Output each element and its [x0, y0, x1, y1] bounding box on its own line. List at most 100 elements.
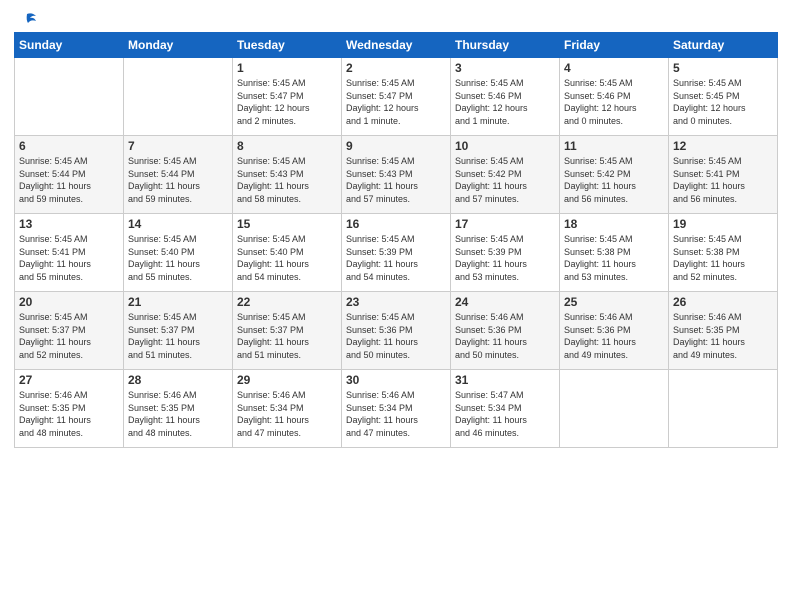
- logo-bird-icon: [16, 10, 38, 32]
- day-info: Sunrise: 5:45 AM Sunset: 5:37 PM Dayligh…: [19, 311, 119, 361]
- day-info: Sunrise: 5:45 AM Sunset: 5:47 PM Dayligh…: [237, 77, 337, 127]
- calendar-cell: 14 Sunrise: 5:45 AM Sunset: 5:40 PM Dayli…: [124, 214, 233, 292]
- day-number: 24: [455, 295, 555, 309]
- week-row-4: 20 Sunrise: 5:45 AM Sunset: 5:37 PM Dayli…: [15, 292, 778, 370]
- day-number: 3: [455, 61, 555, 75]
- calendar-cell: 25 Sunrise: 5:46 AM Sunset: 5:36 PM Dayli…: [560, 292, 669, 370]
- calendar-cell: 8 Sunrise: 5:45 AM Sunset: 5:43 PM Daylig…: [233, 136, 342, 214]
- calendar-cell: 5Sunrise: 5:45 AM Sunset: 5:45 PM Daylig…: [669, 58, 778, 136]
- calendar-cell: 28 Sunrise: 5:46 AM Sunset: 5:35 PM Dayli…: [124, 370, 233, 448]
- calendar-cell: 18 Sunrise: 5:45 AM Sunset: 5:38 PM Dayli…: [560, 214, 669, 292]
- day-info: Sunrise: 5:45 AM Sunset: 5:40 PM Dayligh…: [128, 233, 228, 283]
- day-info: Sunrise: 5:45 AM Sunset: 5:42 PM Dayligh…: [455, 155, 555, 205]
- calendar-cell: 24 Sunrise: 5:46 AM Sunset: 5:36 PM Dayli…: [451, 292, 560, 370]
- day-number: 21: [128, 295, 228, 309]
- calendar-cell: 9 Sunrise: 5:45 AM Sunset: 5:43 PM Daylig…: [342, 136, 451, 214]
- day-number: 12: [673, 139, 773, 153]
- day-info: Sunrise: 5:45 AM Sunset: 5:39 PM Dayligh…: [346, 233, 446, 283]
- day-info: Sunrise: 5:46 AM Sunset: 5:35 PM Dayligh…: [673, 311, 773, 361]
- week-row-3: 13Sunrise: 5:45 AM Sunset: 5:41 PM Dayli…: [15, 214, 778, 292]
- calendar-cell: 11 Sunrise: 5:45 AM Sunset: 5:42 PM Dayli…: [560, 136, 669, 214]
- day-number: 17: [455, 217, 555, 231]
- day-number: 6: [19, 139, 119, 153]
- day-info: Sunrise: 5:46 AM Sunset: 5:36 PM Dayligh…: [564, 311, 664, 361]
- day-number: 29: [237, 373, 337, 387]
- calendar-cell: 31 Sunrise: 5:47 AM Sunset: 5:34 PM Dayli…: [451, 370, 560, 448]
- day-info: Sunrise: 5:45 AM Sunset: 5:39 PM Dayligh…: [455, 233, 555, 283]
- day-number: 26: [673, 295, 773, 309]
- week-row-2: 6 Sunrise: 5:45 AM Sunset: 5:44 PM Daylig…: [15, 136, 778, 214]
- calendar-cell: 13Sunrise: 5:45 AM Sunset: 5:41 PM Dayli…: [15, 214, 124, 292]
- calendar-header-row: SundayMondayTuesdayWednesdayThursdayFrid…: [15, 33, 778, 58]
- week-row-1: 1 Sunrise: 5:45 AM Sunset: 5:47 PM Daylig…: [15, 58, 778, 136]
- calendar-cell: 15 Sunrise: 5:45 AM Sunset: 5:40 PM Dayli…: [233, 214, 342, 292]
- day-number: 4: [564, 61, 664, 75]
- day-number: 27: [19, 373, 119, 387]
- calendar-cell: 21 Sunrise: 5:45 AM Sunset: 5:37 PM Dayli…: [124, 292, 233, 370]
- day-number: 28: [128, 373, 228, 387]
- calendar-cell: [560, 370, 669, 448]
- day-number: 25: [564, 295, 664, 309]
- calendar-cell: [669, 370, 778, 448]
- day-number: 11: [564, 139, 664, 153]
- calendar-cell: 20 Sunrise: 5:45 AM Sunset: 5:37 PM Dayli…: [15, 292, 124, 370]
- day-info: Sunrise: 5:46 AM Sunset: 5:35 PM Dayligh…: [128, 389, 228, 439]
- header-day-tuesday: Tuesday: [233, 33, 342, 58]
- calendar-cell: 27Sunrise: 5:46 AM Sunset: 5:35 PM Dayli…: [15, 370, 124, 448]
- day-number: 30: [346, 373, 446, 387]
- day-number: 19: [673, 217, 773, 231]
- day-number: 22: [237, 295, 337, 309]
- day-info: Sunrise: 5:45 AM Sunset: 5:44 PM Dayligh…: [128, 155, 228, 205]
- header: [14, 10, 778, 28]
- calendar-cell: 3Sunrise: 5:45 AM Sunset: 5:46 PM Daylig…: [451, 58, 560, 136]
- calendar-cell: 1 Sunrise: 5:45 AM Sunset: 5:47 PM Daylig…: [233, 58, 342, 136]
- header-day-wednesday: Wednesday: [342, 33, 451, 58]
- day-info: Sunrise: 5:45 AM Sunset: 5:36 PM Dayligh…: [346, 311, 446, 361]
- day-info: Sunrise: 5:45 AM Sunset: 5:41 PM Dayligh…: [673, 155, 773, 205]
- day-number: 7: [128, 139, 228, 153]
- day-info: Sunrise: 5:45 AM Sunset: 5:43 PM Dayligh…: [237, 155, 337, 205]
- day-number: 18: [564, 217, 664, 231]
- day-info: Sunrise: 5:46 AM Sunset: 5:34 PM Dayligh…: [237, 389, 337, 439]
- header-day-friday: Friday: [560, 33, 669, 58]
- day-number: 14: [128, 217, 228, 231]
- day-number: 15: [237, 217, 337, 231]
- logo: [14, 10, 38, 28]
- day-number: 8: [237, 139, 337, 153]
- day-info: Sunrise: 5:45 AM Sunset: 5:37 PM Dayligh…: [128, 311, 228, 361]
- day-info: Sunrise: 5:45 AM Sunset: 5:47 PM Dayligh…: [346, 77, 446, 127]
- calendar-cell: 7 Sunrise: 5:45 AM Sunset: 5:44 PM Daylig…: [124, 136, 233, 214]
- calendar-cell: 12 Sunrise: 5:45 AM Sunset: 5:41 PM Dayli…: [669, 136, 778, 214]
- day-info: Sunrise: 5:46 AM Sunset: 5:36 PM Dayligh…: [455, 311, 555, 361]
- day-number: 9: [346, 139, 446, 153]
- calendar-cell: 23 Sunrise: 5:45 AM Sunset: 5:36 PM Dayli…: [342, 292, 451, 370]
- calendar-cell: 4 Sunrise: 5:45 AM Sunset: 5:46 PM Daylig…: [560, 58, 669, 136]
- header-day-saturday: Saturday: [669, 33, 778, 58]
- day-info: Sunrise: 5:45 AM Sunset: 5:43 PM Dayligh…: [346, 155, 446, 205]
- header-day-thursday: Thursday: [451, 33, 560, 58]
- calendar-cell: 26 Sunrise: 5:46 AM Sunset: 5:35 PM Dayli…: [669, 292, 778, 370]
- day-info: Sunrise: 5:45 AM Sunset: 5:42 PM Dayligh…: [564, 155, 664, 205]
- day-number: 23: [346, 295, 446, 309]
- day-info: Sunrise: 5:45 AM Sunset: 5:40 PM Dayligh…: [237, 233, 337, 283]
- day-number: 10: [455, 139, 555, 153]
- day-number: 20: [19, 295, 119, 309]
- day-info: Sunrise: 5:45 AM Sunset: 5:44 PM Dayligh…: [19, 155, 119, 205]
- day-info: Sunrise: 5:45 AM Sunset: 5:46 PM Dayligh…: [564, 77, 664, 127]
- calendar-cell: [124, 58, 233, 136]
- day-info: Sunrise: 5:47 AM Sunset: 5:34 PM Dayligh…: [455, 389, 555, 439]
- calendar-cell: 29 Sunrise: 5:46 AM Sunset: 5:34 PM Dayli…: [233, 370, 342, 448]
- day-number: 13: [19, 217, 119, 231]
- day-info: Sunrise: 5:45 AM Sunset: 5:45 PM Dayligh…: [673, 77, 773, 127]
- calendar-cell: 19 Sunrise: 5:45 AM Sunset: 5:38 PM Dayli…: [669, 214, 778, 292]
- calendar-cell: 10 Sunrise: 5:45 AM Sunset: 5:42 PM Dayli…: [451, 136, 560, 214]
- day-number: 31: [455, 373, 555, 387]
- day-info: Sunrise: 5:45 AM Sunset: 5:37 PM Dayligh…: [237, 311, 337, 361]
- day-info: Sunrise: 5:45 AM Sunset: 5:38 PM Dayligh…: [564, 233, 664, 283]
- day-number: 1: [237, 61, 337, 75]
- day-info: Sunrise: 5:45 AM Sunset: 5:38 PM Dayligh…: [673, 233, 773, 283]
- calendar-container: SundayMondayTuesdayWednesdayThursdayFrid…: [0, 0, 792, 456]
- calendar-cell: 16Sunrise: 5:45 AM Sunset: 5:39 PM Dayli…: [342, 214, 451, 292]
- header-day-sunday: Sunday: [15, 33, 124, 58]
- calendar-cell: 6 Sunrise: 5:45 AM Sunset: 5:44 PM Daylig…: [15, 136, 124, 214]
